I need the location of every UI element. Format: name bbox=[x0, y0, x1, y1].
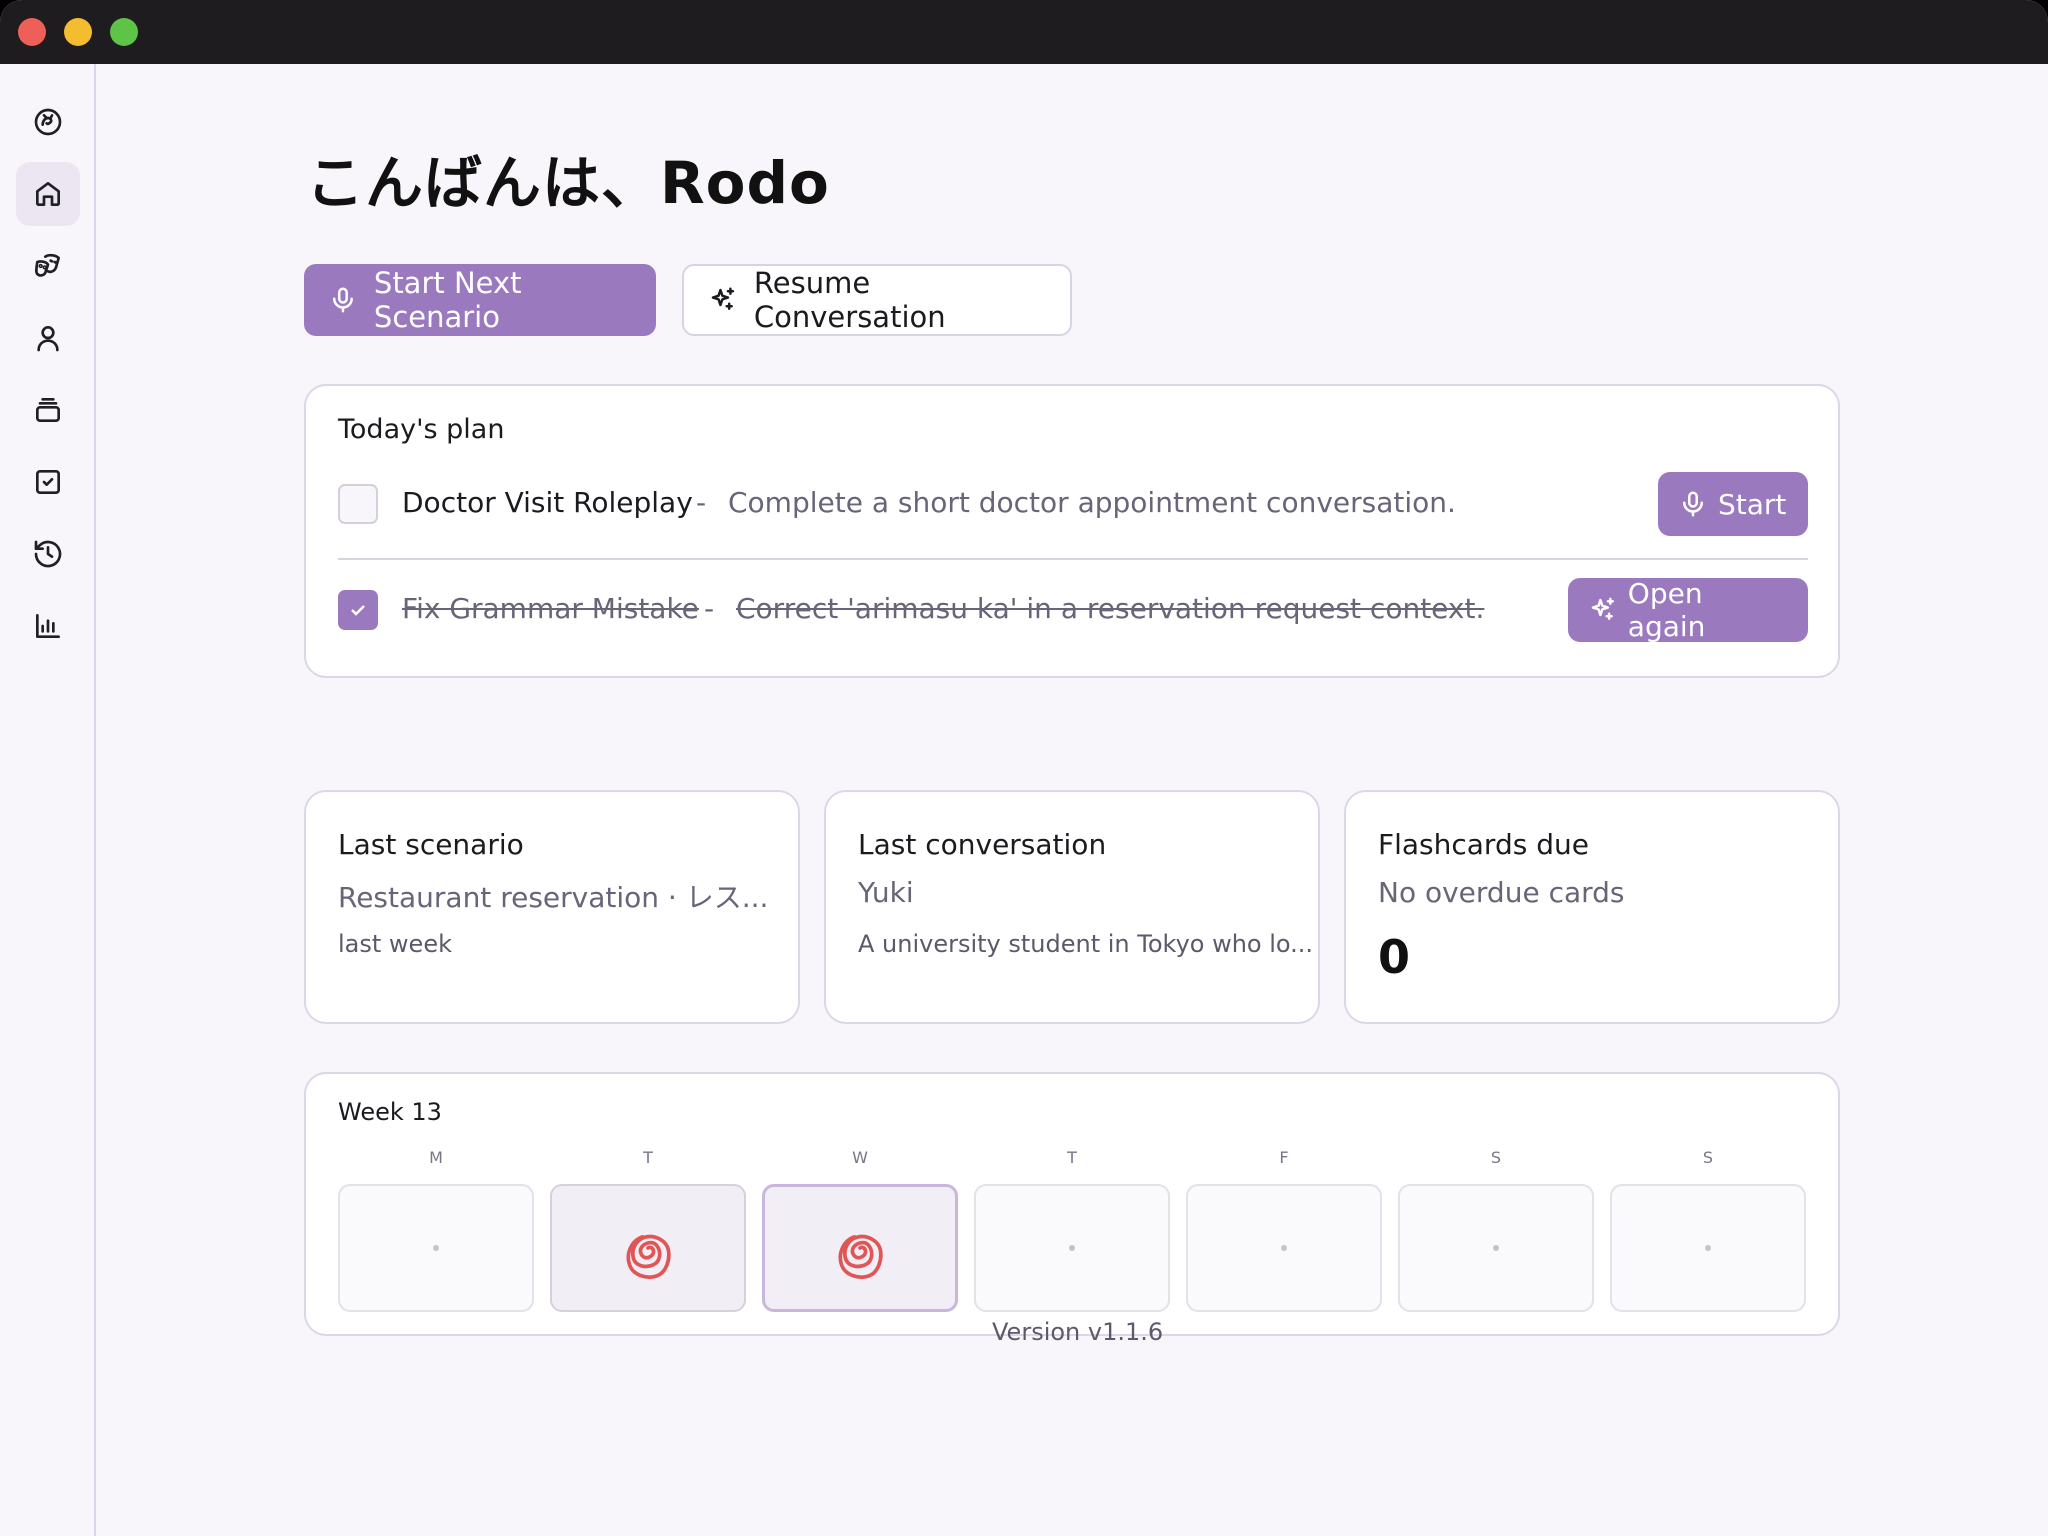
app-window: こんばんは、Rodo Start Next Scenario Resume Co… bbox=[0, 0, 2048, 1536]
microphone-icon bbox=[1683, 491, 1703, 517]
week-streak-card: Week 13 M T W T F S S bbox=[304, 1072, 1840, 1336]
sidebar-item-tasks[interactable] bbox=[16, 450, 80, 514]
sidebar-item-logo[interactable] bbox=[16, 90, 80, 154]
day-cell-tue[interactable] bbox=[550, 1184, 746, 1312]
day-cell-sun[interactable] bbox=[1610, 1184, 1806, 1312]
sidebar-item-scenarios[interactable] bbox=[16, 234, 80, 298]
plan-item-start-label: Start bbox=[1718, 487, 1787, 521]
sparkles-icon bbox=[1591, 597, 1615, 620]
minimize-window-button[interactable] bbox=[64, 18, 92, 46]
sidebar-item-stats[interactable] bbox=[16, 594, 80, 658]
check-icon bbox=[351, 605, 365, 616]
plan-item-checkbox[interactable] bbox=[338, 590, 378, 630]
flashcards-due-count: 0 bbox=[1378, 930, 1411, 984]
day-label-thu: T bbox=[1067, 1148, 1077, 1167]
history-icon bbox=[34, 540, 62, 568]
sidebar-item-home[interactable] bbox=[16, 162, 80, 226]
user-icon bbox=[37, 326, 59, 352]
day-cell-mon[interactable] bbox=[338, 1184, 534, 1312]
sidebar-item-flashcards[interactable] bbox=[16, 378, 80, 442]
day-label-sat: S bbox=[1490, 1148, 1502, 1167]
plan-item-description: Complete a short doctor appointment conv… bbox=[728, 486, 1456, 519]
plan-item: Doctor Visit Roleplay - Complete a short… bbox=[338, 472, 1808, 536]
day-label-tue: T bbox=[643, 1148, 653, 1167]
day-label-wed: W bbox=[852, 1148, 868, 1167]
maximize-window-button[interactable] bbox=[110, 18, 138, 46]
title-bar bbox=[0, 0, 2048, 64]
day-cell-fri[interactable] bbox=[1186, 1184, 1382, 1312]
flashcards-due-status: No overdue cards bbox=[1378, 876, 1625, 909]
plan-item-title: Doctor Visit Roleplay bbox=[402, 486, 693, 519]
last-scenario-name: Restaurant reservation · レス... bbox=[338, 881, 769, 914]
plan-item-open-again-label: Open again bbox=[1627, 577, 1706, 643]
chart-icon bbox=[36, 614, 60, 638]
last-scenario-time: last week bbox=[338, 930, 452, 958]
logo-icon bbox=[34, 108, 62, 136]
empty-day-dot bbox=[433, 1245, 439, 1251]
empty-day-dot bbox=[1493, 1245, 1499, 1251]
sidebar-item-history[interactable] bbox=[16, 522, 80, 586]
empty-day-dot bbox=[1069, 1245, 1075, 1251]
todays-plan-card: Today's plan Doctor Visit Roleplay - Com… bbox=[304, 384, 1840, 678]
start-next-scenario-label: Start Next Scenario bbox=[373, 266, 522, 334]
day-label-mon: M bbox=[429, 1148, 443, 1167]
version-label: Version v1.1.6 bbox=[992, 1318, 1164, 1346]
checkbox-icon bbox=[36, 470, 60, 494]
plan-item: Fix Grammar Mistake - Correct 'arimasu k… bbox=[338, 577, 1808, 643]
resume-conversation-button[interactable]: Resume Conversation bbox=[682, 264, 1072, 336]
empty-day-dot bbox=[1281, 1245, 1287, 1251]
plan-item-separator: - bbox=[696, 486, 707, 519]
sparkles-icon bbox=[711, 287, 735, 310]
flashcards-due-card[interactable]: Flashcards due No overdue cards 0 bbox=[1344, 790, 1840, 1024]
day-label-fri: F bbox=[1279, 1148, 1289, 1167]
last-scenario-title: Last scenario bbox=[338, 828, 524, 861]
spiral-stamp-icon bbox=[838, 1234, 883, 1279]
plan-item-title: Fix Grammar Mistake bbox=[402, 592, 699, 625]
greeting-heading: こんばんは、Rodo bbox=[306, 149, 830, 217]
last-conversation-partner: Yuki bbox=[858, 876, 914, 909]
stack-icon bbox=[36, 398, 60, 422]
plan-item-checkbox[interactable] bbox=[338, 484, 378, 524]
day-cell-sat[interactable] bbox=[1398, 1184, 1594, 1312]
day-cell-wed[interactable] bbox=[762, 1184, 958, 1312]
plan-item-open-again-button[interactable]: Open again bbox=[1568, 577, 1808, 643]
last-scenario-card[interactable]: Last scenario Restaurant reservation · レ… bbox=[304, 790, 800, 1024]
plan-item-separator: - bbox=[704, 592, 715, 625]
microphone-icon bbox=[332, 287, 353, 313]
home-icon bbox=[36, 182, 60, 206]
empty-day-dot bbox=[1705, 1245, 1711, 1251]
start-next-scenario-button[interactable]: Start Next Scenario bbox=[304, 264, 656, 336]
spiral-stamp-icon bbox=[626, 1234, 671, 1279]
day-cell-thu[interactable] bbox=[974, 1184, 1170, 1312]
flashcards-due-title: Flashcards due bbox=[1378, 828, 1589, 861]
plan-divider bbox=[338, 558, 1808, 560]
last-conversation-card[interactable]: Last conversation Yuki A university stud… bbox=[824, 790, 1320, 1024]
last-conversation-title: Last conversation bbox=[858, 828, 1107, 861]
last-conversation-description: A university student in Tokyo who lo... bbox=[858, 930, 1314, 958]
day-label-sun: S bbox=[1702, 1148, 1714, 1167]
sidebar-item-characters[interactable] bbox=[16, 306, 80, 370]
sidebar bbox=[0, 64, 96, 1536]
plan-item-start-button[interactable]: Start bbox=[1658, 472, 1808, 536]
plan-item-description: Correct 'arimasu ka' in a reservation re… bbox=[736, 592, 1485, 625]
todays-plan-title: Today's plan bbox=[338, 414, 505, 445]
main-content: こんばんは、Rodo Start Next Scenario Resume Co… bbox=[98, 64, 2048, 1536]
close-window-button[interactable] bbox=[18, 18, 46, 46]
resume-conversation-label: Resume Conversation bbox=[753, 266, 946, 334]
week-title: Week 13 bbox=[338, 1098, 442, 1126]
theater-masks-icon bbox=[35, 253, 60, 277]
